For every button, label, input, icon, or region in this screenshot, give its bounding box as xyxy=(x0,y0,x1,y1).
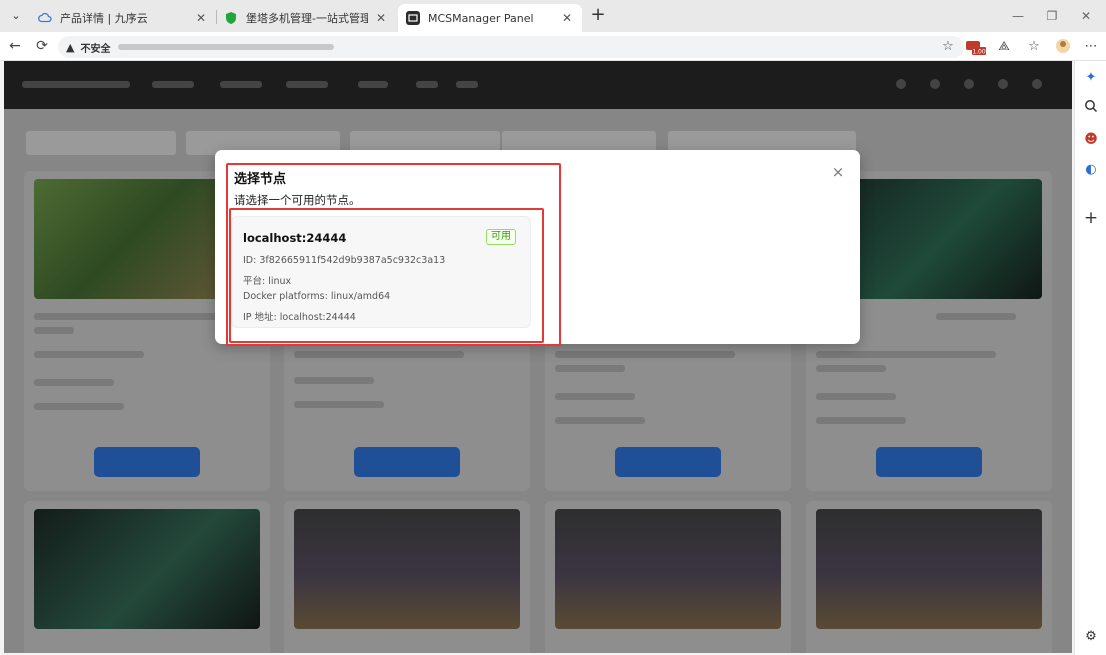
warning-icon: ▲ xyxy=(66,40,75,54)
card-meta xyxy=(294,401,384,408)
add-icon[interactable]: + xyxy=(1082,209,1100,227)
tab-title: 堡塔多机管理-一站式管理宝塔面板 xyxy=(246,12,368,25)
profile-icon[interactable] xyxy=(1054,38,1072,56)
card-thumbnail xyxy=(34,509,260,629)
tab-product-detail[interactable]: 产品详情 | 九序云 ✕ xyxy=(30,4,216,32)
card-desc xyxy=(555,365,625,372)
browser-sidebar: ✦ ☻ ◐ + ⚙ xyxy=(1074,61,1106,655)
card-meta xyxy=(816,393,896,400)
security-label: 不安全 xyxy=(80,43,111,55)
header-icon[interactable] xyxy=(1032,79,1042,89)
install-button[interactable] xyxy=(354,447,460,477)
card-desc xyxy=(294,351,464,358)
header-icon[interactable] xyxy=(998,79,1008,89)
terminal-icon xyxy=(406,11,420,25)
header-icon[interactable] xyxy=(896,79,906,89)
nav-item[interactable] xyxy=(220,81,262,88)
nav-item[interactable] xyxy=(152,81,194,88)
card-title xyxy=(34,327,74,334)
tab-bt-panel[interactable]: 堡塔多机管理-一站式管理宝塔面板 ✕ xyxy=(216,4,396,32)
url-text xyxy=(118,44,335,50)
extension-badge-icon[interactable]: 1.00 xyxy=(964,38,986,56)
card-desc xyxy=(555,351,735,358)
nav-item[interactable] xyxy=(358,81,388,88)
new-tab-icon[interactable]: + xyxy=(589,6,607,26)
star-icon[interactable]: ☆ xyxy=(939,38,957,56)
outlook-icon[interactable]: ◐ xyxy=(1082,161,1100,179)
shield-icon xyxy=(224,11,238,25)
nav-item[interactable] xyxy=(456,81,478,88)
close-icon[interactable]: × xyxy=(831,164,845,180)
market-card[interactable] xyxy=(24,501,270,653)
card-meta xyxy=(555,417,645,424)
card-meta xyxy=(294,377,374,384)
tab-title: MCSManager Panel xyxy=(428,11,534,25)
settings-icon[interactable]: ⚙ xyxy=(1082,628,1100,646)
reload-icon[interactable]: ⟳ xyxy=(33,37,51,55)
card-title xyxy=(34,313,224,320)
highlight-box-inner xyxy=(229,208,544,343)
tab-mcsmanager[interactable]: MCSManager Panel ✕ xyxy=(398,4,582,32)
close-icon[interactable]: ✕ xyxy=(374,11,388,25)
browser-toolbar: ← ⟳ ▲ 不安全 ☆ 1.00 ⟁ ☆ ⋯ xyxy=(0,32,1106,61)
minimize-icon[interactable]: — xyxy=(1008,6,1028,26)
card-meta xyxy=(816,417,906,424)
card-thumbnail xyxy=(555,509,781,629)
card-meta xyxy=(555,393,635,400)
extension-icon[interactable]: ⟁ xyxy=(995,38,1013,56)
card-meta xyxy=(34,379,114,386)
tab-strip: ⌄ 产品详情 | 九序云 ✕ 堡塔多机管理-一站式管理宝塔面板 ✕ MCSMan… xyxy=(0,0,1106,32)
close-icon[interactable]: ✕ xyxy=(194,11,208,25)
install-button[interactable] xyxy=(615,447,721,477)
filter-select[interactable] xyxy=(26,131,176,155)
address-bar[interactable]: ▲ 不安全 xyxy=(58,36,964,58)
copilot-icon[interactable]: ✦ xyxy=(1082,69,1100,87)
card-meta xyxy=(34,403,124,410)
card-thumbnail xyxy=(816,509,1042,629)
market-card[interactable] xyxy=(806,501,1052,653)
extension-badge-text: 1.00 xyxy=(972,49,986,56)
search-icon[interactable] xyxy=(1082,99,1100,117)
favorites-icon[interactable]: ☆ xyxy=(1025,38,1043,56)
install-button[interactable] xyxy=(876,447,982,477)
nav-item[interactable] xyxy=(286,81,328,88)
more-icon[interactable]: ⋯ xyxy=(1082,38,1100,56)
close-icon[interactable]: ✕ xyxy=(560,11,574,25)
card-desc xyxy=(816,365,886,372)
header-icon[interactable] xyxy=(964,79,974,89)
market-card[interactable] xyxy=(284,501,530,653)
window-close-icon[interactable]: ✕ xyxy=(1076,6,1096,26)
back-icon[interactable]: ← xyxy=(6,37,24,55)
tab-list-icon[interactable]: ⌄ xyxy=(8,8,24,24)
card-desc xyxy=(816,351,996,358)
nav-item[interactable] xyxy=(416,81,438,88)
card-desc xyxy=(34,351,144,358)
header-icon[interactable] xyxy=(930,79,940,89)
tab-title: 产品详情 | 九序云 xyxy=(60,12,148,25)
market-card[interactable] xyxy=(545,501,791,653)
cloud-icon xyxy=(38,11,52,25)
app-logo xyxy=(22,81,130,88)
install-button[interactable] xyxy=(94,447,200,477)
card-thumbnail xyxy=(294,509,520,629)
person-icon[interactable]: ☻ xyxy=(1082,131,1100,149)
app-header xyxy=(4,61,1072,109)
card-title xyxy=(936,313,1016,320)
restore-icon[interactable]: ❐ xyxy=(1042,6,1062,26)
